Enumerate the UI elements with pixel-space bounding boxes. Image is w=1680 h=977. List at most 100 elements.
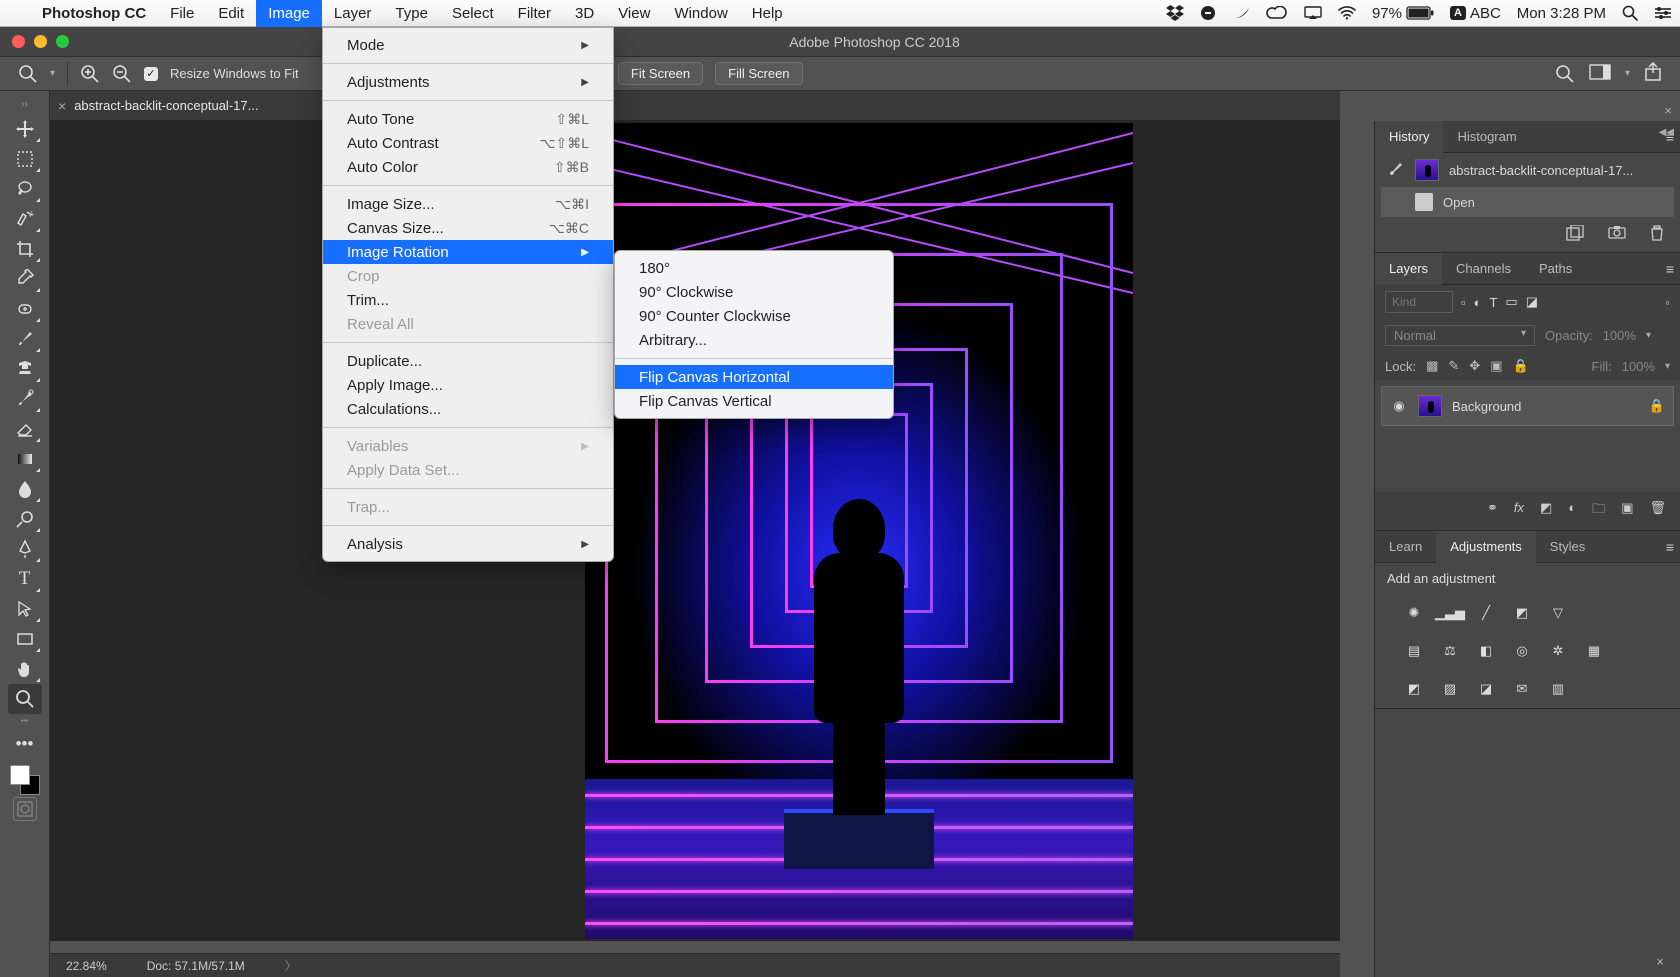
fill-screen-button[interactable]: Fill Screen — [715, 62, 802, 85]
app-name[interactable]: Photoshop CC — [30, 5, 158, 22]
menu-3d[interactable]: 3D — [563, 0, 606, 27]
menu-edit[interactable]: Edit — [206, 0, 256, 27]
filter-adjust-icon[interactable]: ◐ — [1474, 295, 1482, 310]
selective-color-icon[interactable]: ✉ — [1511, 678, 1533, 700]
layer-fx-icon[interactable]: fx — [1514, 500, 1524, 522]
hue-icon[interactable]: ▤ — [1403, 640, 1425, 662]
resize-windows-checkbox[interactable]: ✓ — [144, 67, 158, 81]
create-document-from-state-icon[interactable] — [1566, 225, 1584, 244]
group-icon[interactable]: 🗀 — [1592, 500, 1605, 522]
snapshot-icon[interactable] — [1608, 225, 1626, 244]
panel-close-icon[interactable]: × — [1664, 103, 1672, 118]
filter-image-icon[interactable]: ▫ — [1461, 295, 1466, 310]
zoom-level[interactable]: 22.84% — [66, 959, 107, 973]
new-layer-icon[interactable]: ▣ — [1621, 500, 1633, 522]
quick-mask-button[interactable] — [13, 797, 37, 821]
panel-collapse-icon[interactable]: ◀◀ — [1659, 127, 1674, 138]
edit-toolbar-button[interactable]: ••• — [8, 729, 42, 759]
visibility-icon[interactable]: ◉ — [1390, 398, 1408, 414]
color-lookup-icon[interactable]: ▦ — [1583, 640, 1605, 662]
menu-auto-tone[interactable]: Auto Tone⇧⌘L — [323, 107, 613, 131]
collapse-tools-icon[interactable]: ›› — [21, 99, 28, 110]
battery-status[interactable]: 97% — [1364, 5, 1442, 22]
menubar-circle-icon[interactable] — [1192, 5, 1224, 21]
pen-tool[interactable] — [8, 534, 42, 564]
tab-adjustments[interactable]: Adjustments — [1436, 531, 1536, 563]
add-mask-icon[interactable]: ◩ — [1540, 500, 1552, 522]
menu-trim[interactable]: Trim... — [323, 288, 613, 312]
close-window-button[interactable] — [12, 35, 25, 48]
foreground-background-colors[interactable] — [8, 763, 42, 797]
crop-tool[interactable] — [8, 234, 42, 264]
quick-selection-tool[interactable] — [8, 204, 42, 234]
delete-layer-icon[interactable]: 🗑 — [1649, 500, 1666, 522]
lock-pixels-icon[interactable]: ▩ — [1426, 358, 1438, 374]
marquee-tool[interactable] — [8, 144, 42, 174]
link-layers-icon[interactable]: ⚭ — [1487, 500, 1498, 522]
menu-apply-image[interactable]: Apply Image... — [323, 373, 613, 397]
menu-image[interactable]: Image — [256, 0, 322, 27]
menu-layer[interactable]: Layer — [322, 0, 384, 27]
menu-adjustments[interactable]: Adjustments▶ — [323, 70, 613, 94]
flip-canvas-vertical[interactable]: Flip Canvas Vertical — [615, 389, 893, 413]
menu-image-rotation[interactable]: Image Rotation▶ — [323, 240, 613, 264]
curves-icon[interactable]: ╱ — [1475, 602, 1497, 624]
filter-toggle-icon[interactable]: ◦ — [1665, 295, 1670, 310]
menu-select[interactable]: Select — [440, 0, 506, 27]
zoom-out-icon[interactable] — [112, 64, 132, 84]
tool-preset-arrow[interactable]: ▾ — [50, 68, 55, 79]
timeline-close-icon[interactable]: × — [1656, 954, 1664, 969]
airplay-icon[interactable] — [1296, 6, 1330, 20]
lock-all-icon[interactable]: 🔒 — [1512, 358, 1528, 374]
menu-analysis[interactable]: Analysis▶ — [323, 532, 613, 556]
document-tab-name[interactable]: abstract-backlit-conceptual-17... — [74, 98, 258, 113]
fit-screen-button[interactable]: Fit Screen — [618, 62, 703, 85]
history-filename[interactable]: abstract-backlit-conceptual-17... — [1449, 163, 1633, 178]
workspace-arrow[interactable]: ▾ — [1625, 68, 1630, 79]
menu-calculations[interactable]: Calculations... — [323, 397, 613, 421]
photo-filter-icon[interactable]: ◎ — [1511, 640, 1533, 662]
menu-filter[interactable]: Filter — [506, 0, 563, 27]
blur-tool[interactable] — [8, 474, 42, 504]
input-source[interactable]: A ABC — [1442, 5, 1509, 22]
spotlight-icon[interactable] — [1614, 5, 1646, 21]
filter-shape-icon[interactable]: ▭ — [1505, 294, 1517, 310]
menu-type[interactable]: Type — [383, 0, 440, 27]
layer-background[interactable]: ◉ Background 🔒 — [1381, 386, 1674, 426]
lasso-tool[interactable] — [8, 174, 42, 204]
menu-image-size[interactable]: Image Size...⌥⌘I — [323, 192, 613, 216]
history-brush-tool[interactable] — [8, 384, 42, 414]
brush-tool[interactable] — [8, 324, 42, 354]
healing-brush-tool[interactable] — [8, 294, 42, 324]
move-tool[interactable] — [8, 114, 42, 144]
share-icon[interactable] — [1644, 62, 1662, 85]
minimize-window-button[interactable] — [34, 35, 47, 48]
tab-channels[interactable]: Channels — [1442, 253, 1525, 285]
hand-tool[interactable] — [8, 654, 42, 684]
menu-help[interactable]: Help — [740, 0, 795, 27]
fill-value[interactable]: 100% — [1622, 359, 1655, 374]
posterize-icon[interactable]: ▨ — [1439, 678, 1461, 700]
creative-cloud-icon[interactable] — [1258, 6, 1296, 20]
rotate-90-cw[interactable]: 90° Clockwise — [615, 280, 893, 304]
lock-icon[interactable]: 🔒 — [1649, 398, 1665, 414]
wifi-icon[interactable] — [1330, 6, 1364, 20]
tab-layers[interactable]: Layers — [1375, 253, 1442, 285]
clone-stamp-tool[interactable] — [8, 354, 42, 384]
clock[interactable]: Mon 3:28 PM — [1509, 5, 1614, 22]
flip-canvas-horizontal[interactable]: Flip Canvas Horizontal — [615, 365, 893, 389]
eraser-tool[interactable] — [8, 414, 42, 444]
history-state-open[interactable]: Open — [1381, 187, 1674, 217]
lock-position-icon[interactable]: ✥ — [1469, 358, 1480, 374]
tab-history[interactable]: History — [1375, 121, 1443, 153]
delete-state-icon[interactable] — [1650, 225, 1664, 244]
close-tab-button[interactable]: × — [58, 98, 66, 114]
doc-info[interactable]: Doc: 57.1M/57.1M — [147, 959, 245, 973]
invert-icon[interactable]: ◩ — [1403, 678, 1425, 700]
type-tool[interactable]: T — [8, 564, 42, 594]
tab-learn[interactable]: Learn — [1375, 531, 1436, 563]
rectangle-tool[interactable] — [8, 624, 42, 654]
exposure-icon[interactable]: ◩ — [1511, 602, 1533, 624]
brightness-icon[interactable]: ✺ — [1403, 602, 1425, 624]
zoom-in-icon[interactable] — [80, 64, 100, 84]
